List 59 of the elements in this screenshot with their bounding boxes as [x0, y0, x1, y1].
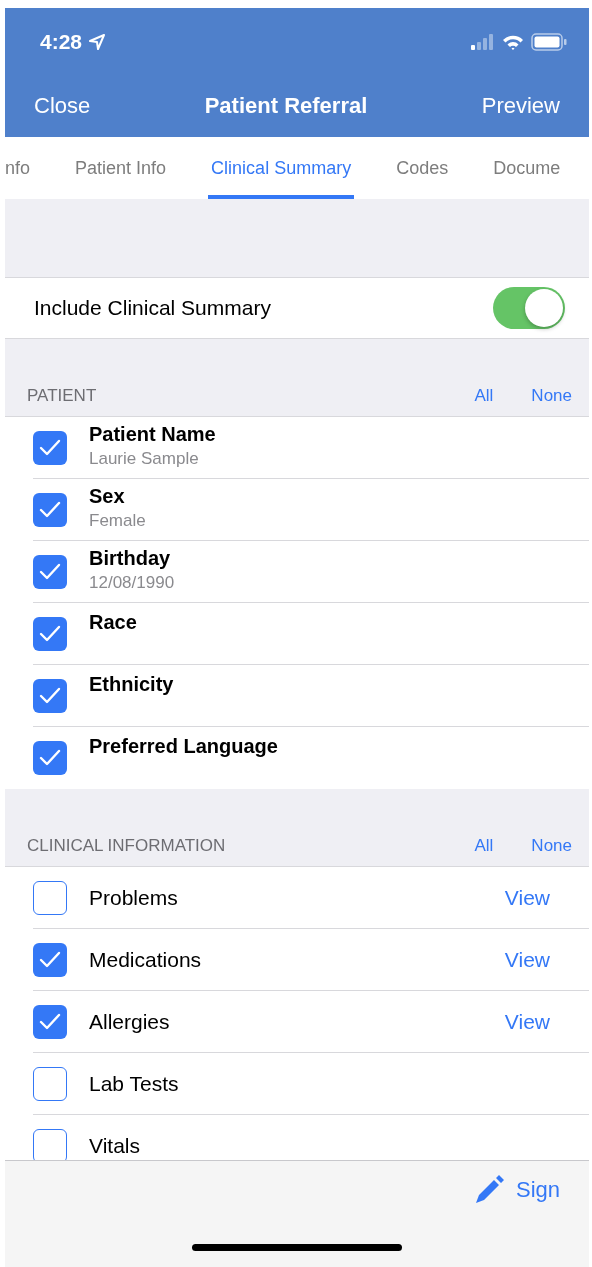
section-header: CLINICAL INFORMATION	[27, 836, 227, 856]
signal-icon	[471, 33, 495, 50]
item-label: Preferred Language	[89, 735, 279, 758]
preview-button[interactable]: Preview	[481, 93, 560, 119]
checkmark-icon	[39, 438, 61, 457]
checkbox[interactable]	[33, 942, 67, 977]
checkbox[interactable]	[33, 678, 67, 713]
checkmark-icon	[39, 624, 61, 643]
item-detail: Laurie Sample	[89, 449, 200, 469]
tab[interactable]: Patient Info	[72, 137, 170, 199]
item-label: Sex	[89, 485, 126, 508]
view-link[interactable]: View	[504, 1009, 550, 1034]
item-label: Birthday	[89, 547, 172, 570]
toggle-switch[interactable]	[493, 287, 565, 329]
item-label: Race	[89, 611, 138, 634]
checkbox[interactable]	[33, 1066, 67, 1101]
pen-icon	[473, 1175, 504, 1205]
checkbox[interactable]	[33, 430, 67, 465]
item-detail: 12/08/1990	[89, 573, 176, 593]
tab[interactable]: Docume	[490, 137, 564, 199]
close-button[interactable]: Close	[34, 93, 91, 119]
item-label: Vitals	[89, 1134, 141, 1158]
battery-icon	[531, 32, 567, 51]
item-detail: Female	[89, 511, 147, 531]
item-label: Patient Name	[89, 423, 217, 446]
select-all-link[interactable]: All	[474, 386, 494, 406]
checkbox[interactable]	[33, 741, 67, 775]
checkmark-icon	[39, 1012, 61, 1031]
checkmark-icon	[39, 500, 61, 519]
item-label: Medications	[89, 947, 203, 972]
tab[interactable]: Codes	[393, 137, 452, 199]
select-none-link[interactable]: None	[531, 836, 572, 856]
view-link[interactable]: View	[504, 885, 550, 910]
item-label: Ethnicity	[89, 673, 175, 696]
section-header: PATIENT	[27, 386, 98, 406]
checkbox[interactable]	[33, 1129, 67, 1160]
checkmark-icon	[39, 686, 61, 705]
checkbox[interactable]	[33, 492, 67, 527]
tab[interactable]: Clinical Summary	[208, 137, 355, 199]
wifi-icon	[502, 33, 524, 50]
checkmark-icon	[39, 562, 61, 581]
checkmark-icon	[39, 749, 61, 767]
item-label: Allergies	[89, 1009, 171, 1034]
checkbox[interactable]	[33, 1004, 67, 1039]
checkbox[interactable]	[33, 616, 67, 651]
checkmark-icon	[39, 950, 61, 969]
sign-button[interactable]: Sign	[473, 1175, 560, 1205]
item-label: Lab Tests	[89, 1071, 180, 1096]
select-none-link[interactable]: None	[531, 386, 572, 406]
checkbox[interactable]	[33, 554, 67, 589]
select-all-link[interactable]: All	[474, 836, 494, 856]
toggle-label: Include Clinical Summary	[34, 296, 271, 320]
view-link[interactable]: View	[504, 947, 550, 972]
location-arrow-icon	[88, 32, 107, 51]
status-time: 4:28	[40, 29, 83, 54]
item-label: Problems	[89, 885, 179, 910]
tab[interactable]: nfo	[5, 137, 34, 199]
checkbox[interactable]	[33, 880, 67, 915]
screen-title: Patient Referral	[204, 93, 368, 119]
